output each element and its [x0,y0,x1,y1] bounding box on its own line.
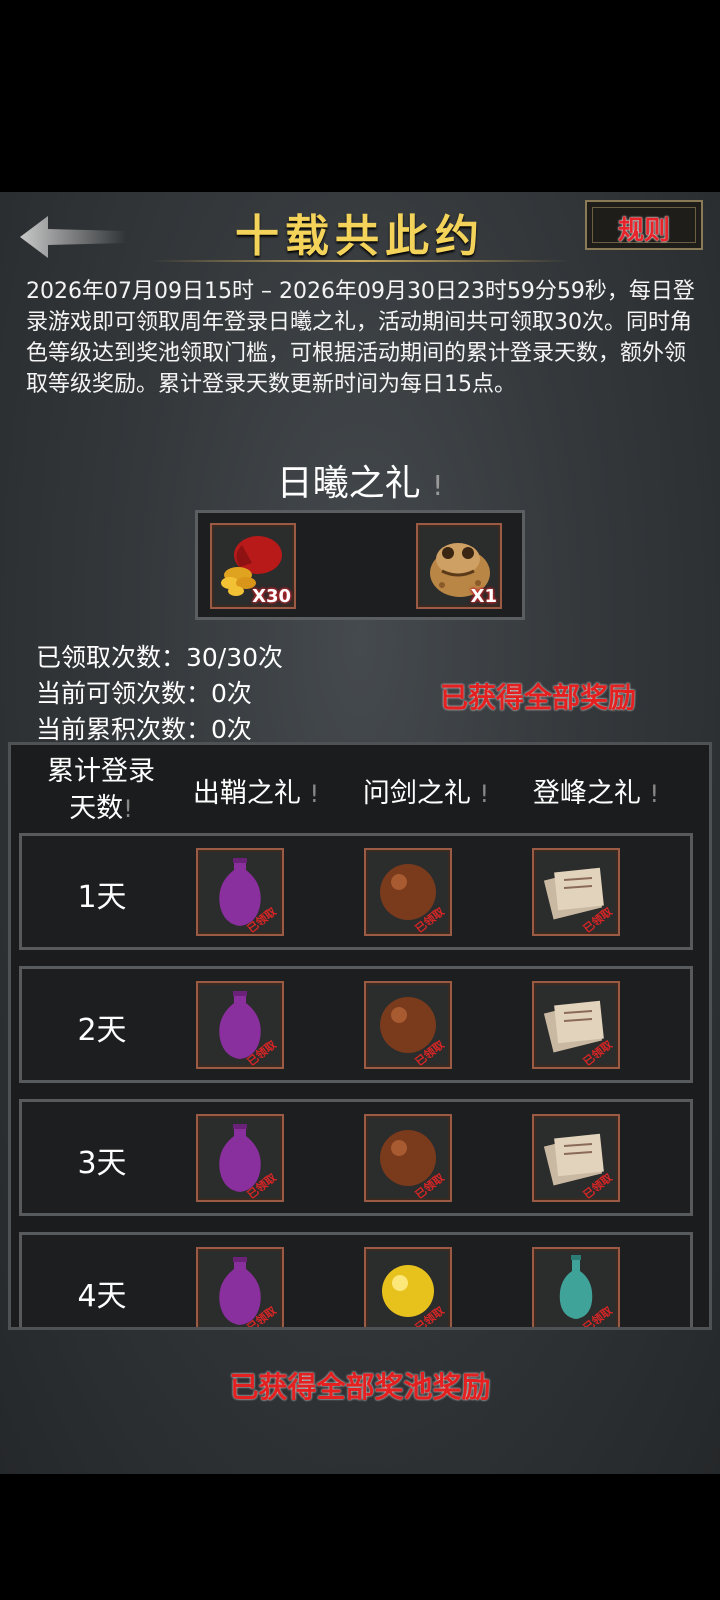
tier3-info-icon[interactable]: ! [649,780,659,808]
rules-button-label: 规则 [617,216,670,246]
row-day-label: 3天 [77,1146,127,1181]
col-header-days-line2: 天数 [69,793,124,824]
event-panel: 十载共此约 规则 2026年07月09日15时 – 2026年09月30日23时… [0,192,720,1474]
col-header-tier3: 登峰之礼 ! [516,775,676,813]
tier1-reward-item[interactable]: 已领取 [196,1114,284,1202]
tier3-reward-item[interactable]: 已领取 [532,1114,620,1202]
tier3-reward-item[interactable]: 已领取 [532,1247,620,1327]
days-info-icon[interactable]: ! [123,795,133,823]
table-row: 1天 已领取 已领取 已领取 [19,833,693,950]
all-claimed-status: 已获得全部奖励 [440,681,637,714]
claimed-count: 已领取次数：30/30次 [36,643,284,672]
tier2-reward-item[interactable]: 已领取 [364,981,452,1069]
tier2-reward-item[interactable]: 已领取 [364,1247,452,1327]
row-day-label: 1天 [77,880,127,915]
daily-gift-info-icon[interactable]: ! [432,469,443,502]
tier3-reward-item[interactable]: 已领取 [532,981,620,1069]
daily-gift-title: 日曦之礼 ! [0,454,720,506]
col-header-tier2: 问剑之礼 ! [346,775,506,813]
tier3-label: 登峰之礼 [532,778,641,809]
event-description: 2026年07月09日15时 – 2026年09月30日23时59分59秒，每日… [26,279,695,397]
table-row: 2天 已领取 已领取 已领取 [19,966,693,1083]
tier2-reward-item[interactable]: 已领取 [364,1114,452,1202]
row-day-label: 2天 [77,1013,127,1048]
col-header-days: 累计登录 天数! [33,753,169,828]
tier1-reward-item[interactable]: 已领取 [196,981,284,1069]
tier2-reward-item[interactable]: 已领取 [364,848,452,936]
claim-stats: 已领取次数：30/30次 当前可领次数：0次 当前累积次数：0次 [36,640,283,748]
tier2-label: 问剑之礼 [362,778,471,809]
item-quantity: X1 [470,586,497,607]
pool-all-claimed-status: 已获得全部奖池奖励 [229,1370,491,1404]
money-pouch-item[interactable]: X30 [210,523,296,609]
available-count: 当前可领次数：0次 [36,679,252,708]
reward-table: 累计登录 天数! 出鞘之礼 ! 问剑之礼 ! 登峰之礼 ! 1天 已领取 已领取 [8,742,712,1330]
tier1-label: 出鞘之礼 [192,778,301,809]
col-header-tier1: 出鞘之礼 ! [176,775,336,813]
item-quantity: X30 [252,586,291,607]
daily-gift-title-text: 日曦之礼 [276,463,421,504]
daily-gift-box: X30 X1 [195,510,525,620]
table-row: 4天 已领取 已领取 已领取 [19,1232,693,1327]
tier3-reward-item[interactable]: 已领取 [532,848,620,936]
tier2-info-icon[interactable]: ! [479,780,489,808]
title-underline [150,260,570,262]
tier1-info-icon[interactable]: ! [309,780,319,808]
row-day-label: 4天 [77,1279,127,1314]
rules-button[interactable]: 规则 [585,200,703,250]
tier1-reward-item[interactable]: 已领取 [196,848,284,936]
col-header-days-line1: 累计登录 [47,756,155,787]
golden-toad-item[interactable]: X1 [416,523,502,609]
table-row: 3天 已领取 已领取 已领取 [19,1099,693,1216]
tier1-reward-item[interactable]: 已领取 [196,1247,284,1327]
